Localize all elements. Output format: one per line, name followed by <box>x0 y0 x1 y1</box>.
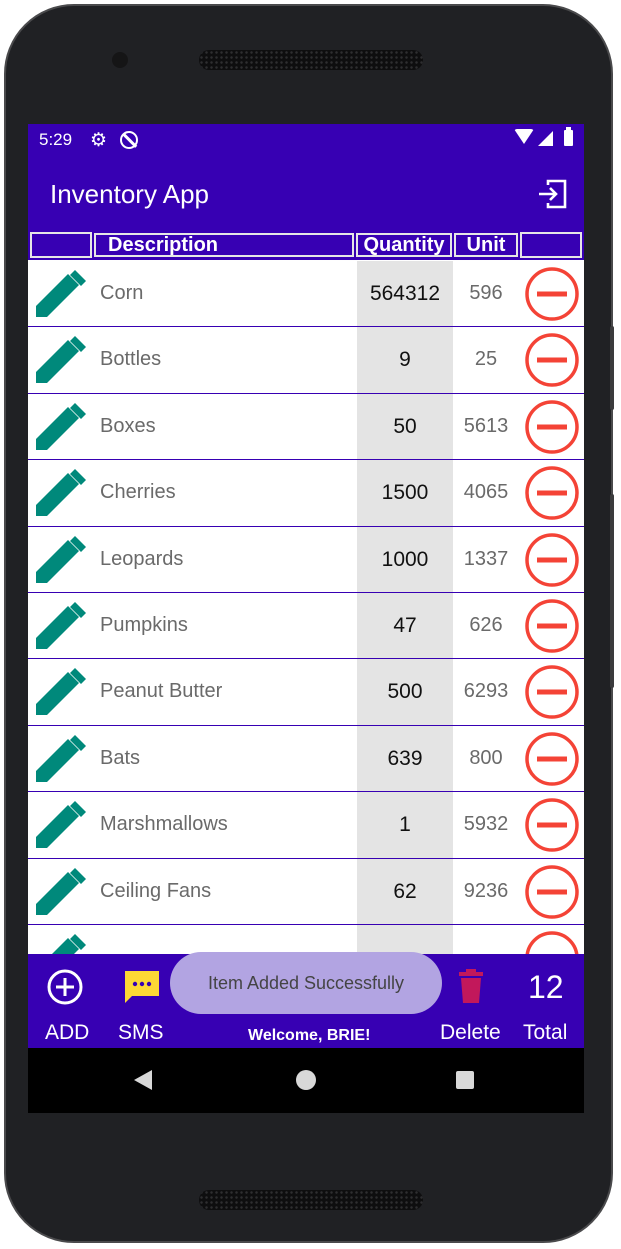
bottom-speaker <box>199 1190 423 1210</box>
list-item[interactable]: Peanut Butter 500 6293 <box>28 659 584 726</box>
item-quantity: 47 <box>357 592 453 659</box>
item-unit: 1337 <box>463 547 509 570</box>
item-name: Peanut Butter <box>100 680 223 703</box>
edit-pencil-icon[interactable] <box>34 468 86 518</box>
header-edit-column <box>30 232 92 258</box>
item-quantity: 500 <box>357 659 453 725</box>
app-title: Inventory App <box>50 179 209 209</box>
system-nav-bar <box>28 1048 584 1113</box>
item-quantity: 639 <box>357 725 453 792</box>
add-button[interactable]: ADD <box>45 1021 89 1045</box>
delete-button[interactable]: Delete <box>440 1021 501 1045</box>
inventory-list: Corn 564312 596 Bottles 9 25 Boxes 50 5613 Cherri… <box>28 261 584 992</box>
remove-circle-icon[interactable] <box>524 332 580 388</box>
item-quantity: 564312 <box>357 261 453 327</box>
header-delete-column <box>520 232 582 258</box>
status-bar: 5:29 ⚙ <box>28 124 584 156</box>
exit-icon[interactable] <box>534 176 570 212</box>
recents-icon[interactable] <box>456 1071 474 1089</box>
gear-icon: ⚙ <box>90 130 108 151</box>
item-name: Bats <box>100 746 141 769</box>
item-name: Leopards <box>100 547 184 570</box>
total-label: Total <box>523 1021 568 1044</box>
top-speaker <box>199 50 423 70</box>
battery-icon <box>564 127 573 146</box>
remove-circle-icon[interactable] <box>524 664 580 720</box>
header-description: Description <box>94 233 354 257</box>
list-item[interactable]: Corn 564312 596 <box>28 261 584 328</box>
sms-button[interactable]: SMS <box>118 1021 164 1045</box>
edit-pencil-icon[interactable] <box>34 269 86 319</box>
total-count: 12 <box>528 969 564 1005</box>
item-unit: 5613 <box>463 414 509 437</box>
remove-circle-icon[interactable] <box>524 266 580 322</box>
item-unit: 4065 <box>463 481 509 504</box>
header-unit: Unit <box>454 233 518 257</box>
sms-icon[interactable] <box>122 967 162 1007</box>
item-name: Corn <box>100 282 144 304</box>
edit-pencil-icon[interactable] <box>34 800 86 850</box>
remove-circle-icon[interactable] <box>524 465 580 521</box>
item-quantity: 62 <box>357 858 453 924</box>
cell-signal-icon <box>538 131 553 146</box>
remove-circle-icon[interactable] <box>524 532 580 588</box>
power-button <box>610 494 614 688</box>
item-name: Bottles <box>100 348 162 371</box>
table-header: Description Quantity Unit <box>28 232 584 260</box>
status-time: 5:29 <box>39 130 73 149</box>
item-unit: 596 <box>469 282 503 304</box>
list-item[interactable]: Boxes 50 5613 <box>28 393 584 461</box>
remove-circle-icon[interactable] <box>524 864 580 920</box>
app-bar: Inventory App <box>28 156 584 232</box>
item-name: Pumpkins <box>100 613 188 636</box>
edit-pencil-icon[interactable] <box>34 867 86 917</box>
trash-icon[interactable] <box>454 969 488 1005</box>
back-icon[interactable] <box>134 1070 152 1090</box>
remove-circle-icon[interactable] <box>524 399 580 455</box>
item-unit: 5932 <box>463 813 509 836</box>
sync-off-icon <box>120 131 138 149</box>
volume-button <box>610 326 614 410</box>
item-unit: 9236 <box>463 879 509 902</box>
edit-pencil-icon[interactable] <box>34 601 86 651</box>
list-item[interactable]: Marshmallows 1 5932 <box>28 792 584 859</box>
remove-circle-icon[interactable] <box>524 797 580 853</box>
toast-message: Item Added Successfully <box>170 952 442 1014</box>
edit-pencil-icon[interactable] <box>34 535 86 585</box>
wifi-icon <box>514 129 534 144</box>
home-icon[interactable] <box>296 1070 316 1090</box>
item-unit: 6293 <box>463 680 509 703</box>
item-unit: 25 <box>474 348 498 371</box>
list-item[interactable]: Ceiling Fans 62 9236 <box>28 858 584 925</box>
edit-pencil-icon[interactable] <box>34 734 86 784</box>
item-name: Ceiling Fans <box>100 879 212 902</box>
list-item[interactable]: Cherries 1500 4065 <box>28 460 584 527</box>
item-quantity: 1000 <box>357 526 453 592</box>
add-circle-icon[interactable] <box>46 968 84 1006</box>
item-unit: 626 <box>469 613 503 636</box>
list-item[interactable]: Pumpkins 47 626 <box>28 592 584 660</box>
item-quantity: 1 <box>357 792 453 858</box>
remove-circle-icon[interactable] <box>524 598 580 654</box>
list-item[interactable]: Leopards 1000 1337 <box>28 526 584 593</box>
list-item[interactable]: Bats 639 800 <box>28 725 584 793</box>
item-unit: 800 <box>469 746 503 769</box>
item-quantity: 9 <box>357 327 453 393</box>
remove-circle-icon[interactable] <box>524 731 580 787</box>
item-name: Marshmallows <box>100 813 228 836</box>
edit-pencil-icon[interactable] <box>34 335 86 385</box>
welcome-message: Welcome, BRIE! <box>248 1027 371 1044</box>
item-name: Boxes <box>100 414 156 437</box>
front-camera <box>112 52 128 68</box>
header-quantity: Quantity <box>356 233 452 257</box>
item-quantity: 1500 <box>357 460 453 526</box>
edit-pencil-icon[interactable] <box>34 667 86 717</box>
edit-pencil-icon[interactable] <box>34 402 86 452</box>
item-quantity: 50 <box>357 393 453 460</box>
item-name: Cherries <box>100 481 176 504</box>
screen: 5:29 ⚙ Inventory App Description Quantit… <box>28 124 584 1113</box>
list-item[interactable]: Bottles 9 25 <box>28 327 584 394</box>
